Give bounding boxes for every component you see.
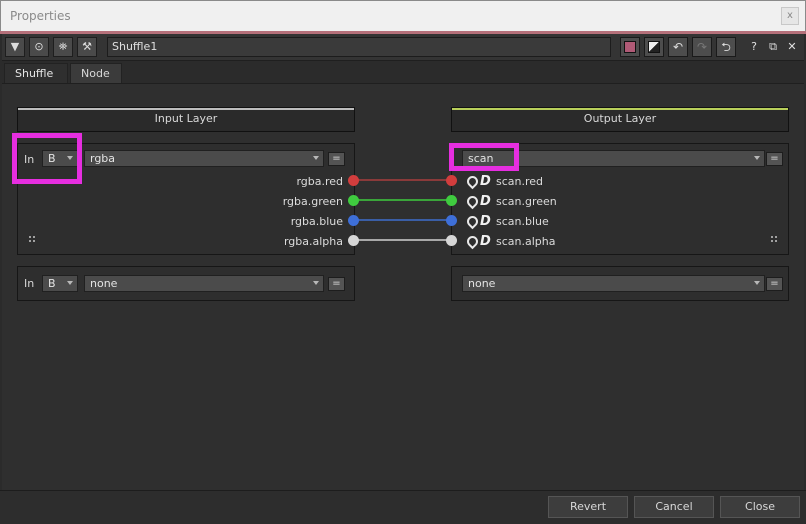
output-layer-header: Output Layer [451, 107, 789, 132]
drag-grip-icon[interactable] [28, 235, 36, 244]
mask-channel-icon[interactable] [464, 213, 481, 230]
input-layer-header: Input Layer [17, 107, 355, 132]
output-dot-green[interactable] [446, 195, 457, 206]
input-layer-dropdown[interactable]: rgba [84, 150, 324, 167]
color-swatch-icon[interactable] [620, 37, 640, 57]
output-link-button[interactable]: = [766, 152, 783, 166]
highlight-output-scan [449, 143, 519, 171]
chevron-down-icon [67, 281, 73, 285]
d-channel-icon[interactable]: D [480, 215, 491, 229]
d-channel-icon[interactable]: D [480, 175, 491, 189]
output-dot-blue[interactable] [446, 215, 457, 226]
mask-icon[interactable] [644, 37, 664, 57]
input-dot-blue[interactable] [348, 215, 359, 226]
wrench-icon[interactable]: ⚒ [77, 37, 97, 57]
node-name-field[interactable]: Shuffle1 [107, 37, 611, 57]
input-layer-title: Input Layer [154, 112, 218, 125]
output-dot-red[interactable] [446, 175, 457, 186]
input-channel-green: rgba.green [282, 195, 343, 208]
input-b-dropdown-2[interactable]: B [42, 275, 78, 292]
output-channel-blue: scan.blue [496, 215, 549, 228]
wire-red [354, 179, 451, 181]
d-channel-icon[interactable]: D [480, 195, 491, 209]
close-icon[interactable]: ✕ [785, 39, 799, 55]
help-icon[interactable]: ? [747, 39, 761, 55]
window-title: Properties [10, 9, 71, 23]
mask-channel-icon[interactable] [464, 173, 481, 190]
output-link-button-2[interactable]: = [766, 277, 783, 291]
highlight-input-b [12, 133, 82, 184]
output-channel-red: scan.red [496, 175, 544, 188]
output-layer-dropdown-2[interactable]: none [462, 275, 765, 292]
close-button[interactable]: Close [720, 496, 800, 518]
cancel-button[interactable]: Cancel [634, 496, 714, 518]
input-link-button-2[interactable]: = [328, 277, 345, 291]
collapse-arrow-icon[interactable]: ▼ [5, 37, 25, 57]
output-layer-title: Output Layer [583, 112, 657, 125]
tab-node[interactable]: Node [70, 63, 122, 83]
mask-channel-icon[interactable] [464, 193, 481, 210]
wire-green [354, 199, 451, 201]
chevron-down-icon [313, 156, 319, 160]
revert-button[interactable]: Revert [548, 496, 628, 518]
input-layer-value-2: none [90, 277, 118, 290]
input-dot-green[interactable] [348, 195, 359, 206]
window-titlebar: Properties x [0, 0, 806, 31]
output-layer-value-2: none [468, 277, 496, 290]
input-channel-blue: rgba.blue [290, 215, 343, 228]
drag-grip-icon[interactable] [770, 235, 778, 244]
redo-icon[interactable]: ↷ [692, 37, 712, 57]
chevron-down-icon [754, 156, 760, 160]
in-label: In [24, 277, 35, 290]
mask-channel-icon[interactable] [464, 233, 481, 250]
window-close-button[interactable]: x [781, 7, 799, 25]
input-dot-alpha[interactable] [348, 235, 359, 246]
output-channel-green: scan.green [496, 195, 557, 208]
input-link-button[interactable]: = [328, 152, 345, 166]
wire-alpha [354, 239, 451, 241]
node-toolbar: ▼ ⊙ ⛯ ⚒ Shuffle1 ↶ ↷ ⮌ ? ⧉ ✕ [2, 34, 804, 61]
input-header-accent [18, 108, 354, 110]
revert-icon[interactable]: ⮌ [716, 37, 736, 57]
output-dot-alpha[interactable] [446, 235, 457, 246]
output-group-2: none = [451, 266, 789, 301]
input-channel-alpha: rgba.alpha [283, 235, 343, 248]
input-group-2: In B none = [17, 266, 355, 301]
wire-blue [354, 219, 451, 221]
input-layer-value: rgba [90, 152, 116, 165]
input-dot-red[interactable] [348, 175, 359, 186]
input-channel-red: rgba.red [296, 175, 343, 188]
input-b-value-2: B [48, 277, 56, 290]
float-icon[interactable]: ⧉ [766, 39, 780, 55]
chevron-down-icon [754, 281, 760, 285]
input-layer-dropdown-2[interactable]: none [84, 275, 324, 292]
chevron-down-icon [313, 281, 319, 285]
viewer-icon[interactable]: ⊙ [29, 37, 49, 57]
dialog-footer: Revert Cancel Close [0, 490, 806, 524]
d-channel-icon[interactable]: D [480, 235, 491, 249]
output-channel-alpha: scan.alpha [496, 235, 556, 248]
shuffle-panel: Input Layer Output Layer In B rgba = rgb… [2, 83, 804, 490]
tab-shuffle[interactable]: Shuffle [4, 63, 68, 83]
output-header-accent [452, 108, 788, 110]
undo-icon[interactable]: ↶ [668, 37, 688, 57]
node-icon[interactable]: ⛯ [53, 37, 73, 57]
